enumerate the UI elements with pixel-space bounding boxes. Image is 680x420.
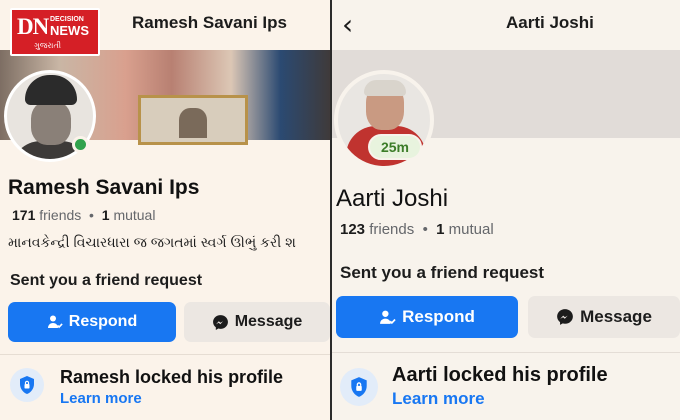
profile-bio: માનવકેન્દ્રી વિચારધારા જ જગતમાં સ્વર્ગ ઊ… [8, 234, 296, 250]
logo-gujarati: ગુજરાતી [34, 41, 62, 50]
mutual-label: mutual [448, 221, 494, 238]
respond-user-icon [47, 315, 63, 329]
message-label: Message [580, 307, 652, 326]
message-button[interactable]: Message [184, 302, 330, 342]
learn-more-link[interactable]: Learn more [60, 390, 142, 407]
mutual-count: 1 [101, 207, 110, 223]
friends-info: 171 friends • 1 mutual [12, 207, 156, 223]
decision-news-logo: DN DECISION NEWS ગુજરાતી [10, 8, 100, 56]
profile-name[interactable]: Ramesh Savani Ips [8, 176, 199, 200]
respond-label: Respond [402, 307, 475, 326]
friends-label: friends [39, 207, 82, 223]
friends-count: 123 [340, 221, 366, 238]
friend-request-text: Sent you a friend request [10, 272, 203, 289]
divider [332, 352, 680, 353]
messenger-icon [212, 314, 228, 330]
right-profile-panel: ‹ Aarti Joshi 25m Aarti Joshi 123 friend… [332, 0, 680, 420]
shield-lock-icon [340, 368, 378, 406]
header-title: Ramesh Savani Ips [132, 13, 287, 32]
shield-lock-icon [10, 368, 44, 402]
friends-label: friends [369, 221, 415, 238]
divider [0, 354, 330, 355]
respond-button[interactable]: Respond [8, 302, 176, 342]
messenger-icon [557, 309, 573, 325]
learn-more-link[interactable]: Learn more [392, 389, 485, 409]
back-chevron-icon[interactable]: ‹ [342, 8, 353, 41]
respond-user-icon [380, 310, 396, 324]
left-profile-panel: DN DECISION NEWS ગુજરાતી Ramesh Savani I… [0, 0, 330, 420]
mutual-count: 1 [436, 221, 445, 238]
header-title: Aarti Joshi [506, 13, 594, 32]
message-label: Message [234, 313, 303, 330]
mutual-label: mutual [113, 207, 156, 223]
logo-news: NEWS [50, 23, 89, 38]
friend-request-text: Sent you a friend request [340, 263, 545, 282]
respond-label: Respond [68, 313, 138, 330]
locked-profile-text: Ramesh locked his profile [60, 367, 284, 387]
profile-name[interactable]: Aarti Joshi [336, 185, 448, 213]
online-status-icon [72, 136, 89, 153]
logo-decision: DECISION [50, 16, 84, 23]
friends-count: 171 [12, 207, 36, 223]
respond-button[interactable]: Respond [336, 296, 518, 338]
locked-profile-text: Aarti locked his profile [392, 364, 608, 386]
friends-info: 123 friends • 1 mutual [340, 221, 494, 238]
time-badge: 25m [368, 134, 422, 160]
logo-dn: DN [17, 14, 49, 39]
message-button[interactable]: Message [528, 296, 680, 338]
